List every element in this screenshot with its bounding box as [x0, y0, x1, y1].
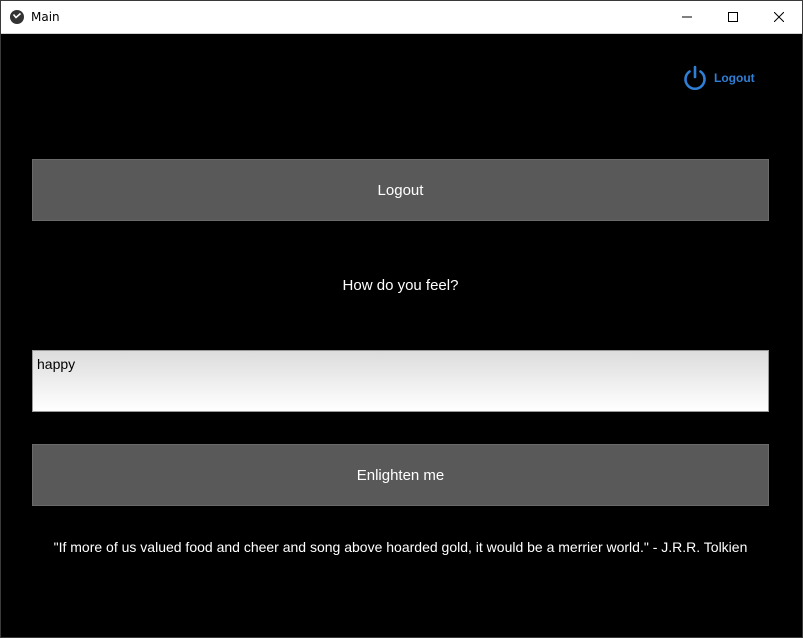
window-title: Main — [31, 10, 60, 24]
logout-button[interactable]: Logout — [32, 159, 769, 221]
close-button[interactable] — [756, 1, 802, 33]
enlighten-button[interactable]: Enlighten me — [32, 444, 769, 506]
header-logout-link[interactable]: Logout — [681, 63, 755, 93]
app-window: Main Logout Logout How do you feel? happ… — [0, 0, 803, 638]
maximize-button[interactable] — [710, 1, 756, 33]
app-icon — [10, 10, 24, 24]
close-icon — [774, 12, 784, 22]
feeling-question: How do you feel? — [342, 277, 459, 294]
power-icon — [684, 65, 706, 90]
main-content: Logout Logout How do you feel? happy Enl… — [1, 34, 802, 637]
minimize-button[interactable] — [664, 1, 710, 33]
maximize-icon — [728, 12, 738, 22]
title-bar[interactable]: Main — [1, 1, 802, 34]
quote-text: "If more of us valued food and cheer and… — [53, 539, 748, 555]
minimize-icon — [682, 16, 692, 18]
header-logout-label: Logout — [714, 71, 755, 85]
feeling-input[interactable]: happy — [32, 350, 769, 412]
